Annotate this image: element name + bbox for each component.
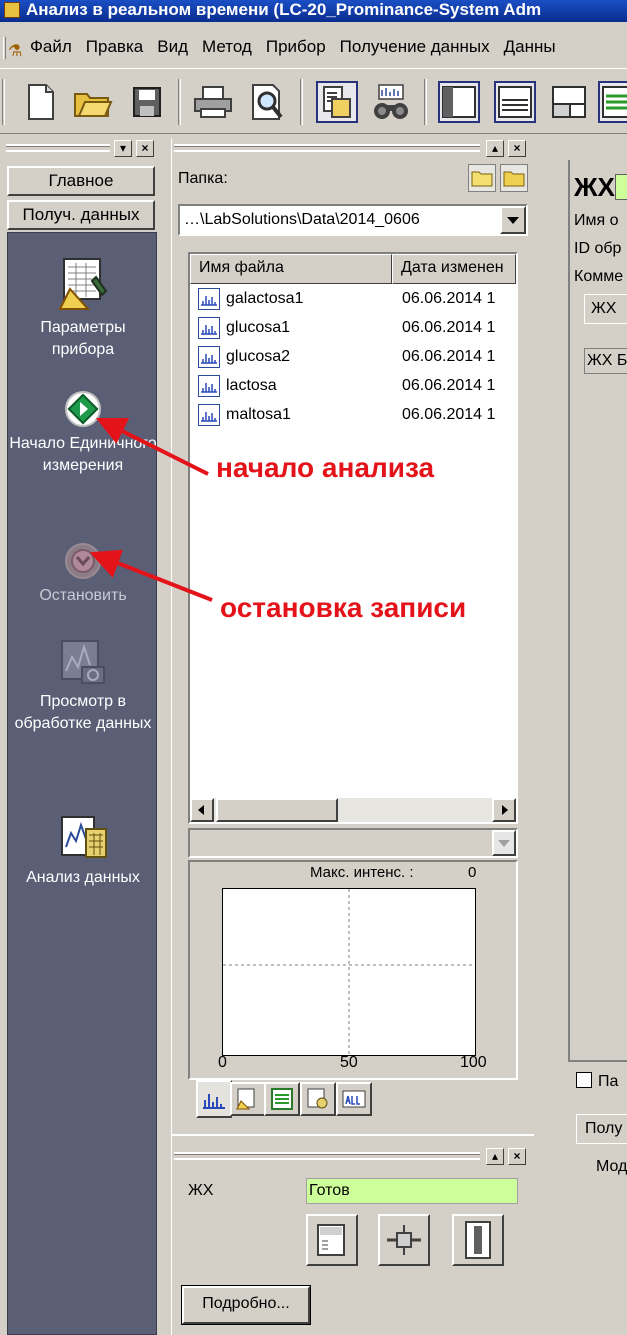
annotation-arrows: [89, 418, 213, 602]
annotation-stop-recording: остановка записи: [220, 592, 467, 623]
annotation-start-analysis: начало анализа: [216, 452, 435, 483]
